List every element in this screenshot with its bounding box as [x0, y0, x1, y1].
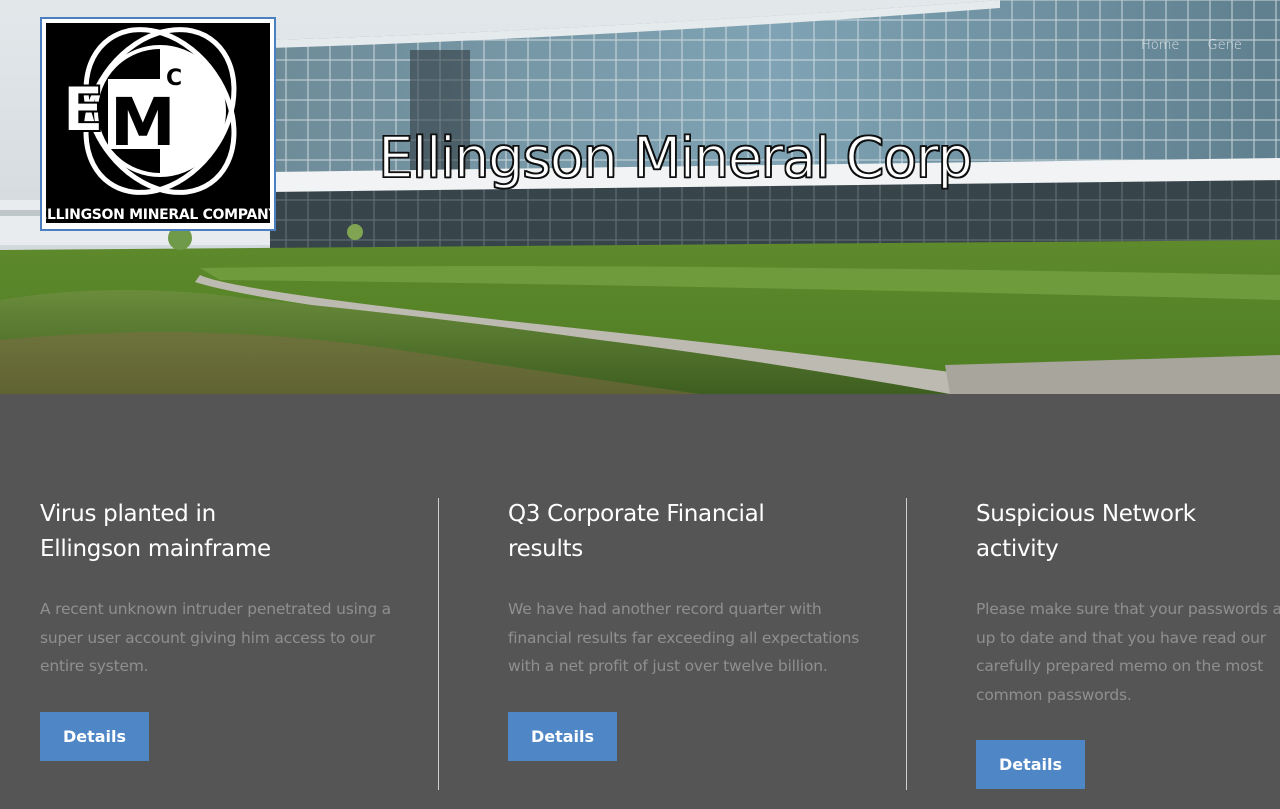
logo-letter-e: E: [62, 73, 104, 146]
title-line-1: Suspicious Network: [976, 501, 1196, 527]
title-line-1: Virus planted in: [40, 501, 216, 527]
news-card-title: Suspicious Network activity: [976, 497, 1280, 567]
company-logo[interactable]: E M C ELLINGSON MINERAL COMPANY: [40, 17, 276, 231]
hero-banner: E M C ELLINGSON MINERAL COMPANY Home Gen…: [0, 0, 1280, 394]
news-card-title: Q3 Corporate Financial results: [508, 497, 888, 567]
news-card-virus: Virus planted in Ellingson mainframe A r…: [40, 497, 420, 761]
title-line-1: Q3 Corporate Financial: [508, 501, 765, 527]
news-card-body: We have had another record quarter with …: [508, 600, 860, 675]
title-line-2: activity: [976, 536, 1059, 562]
news-card-body: A recent unknown intruder penetrated usi…: [40, 600, 391, 675]
logo-letter-m: M: [110, 84, 176, 161]
details-button-financial[interactable]: Details: [508, 712, 617, 761]
emc-logo-icon: E M C ELLINGSON MINERAL COMPANY: [42, 23, 274, 223]
column-divider: [906, 498, 907, 790]
title-line-2: Ellingson mainframe: [40, 536, 271, 562]
news-card-title: Virus planted in Ellingson mainframe: [40, 497, 420, 567]
title-line-2: results: [508, 536, 583, 562]
top-nav: Home Gene: [1141, 38, 1266, 53]
news-card-financial: Q3 Corporate Financial results We have h…: [508, 497, 888, 761]
news-card-network: Suspicious Network activity Please make …: [976, 497, 1280, 809]
details-button-network[interactable]: Details: [976, 740, 1085, 789]
logo-letter-c: C: [166, 66, 182, 91]
nav-item-home[interactable]: Home: [1141, 38, 1179, 53]
news-card-body: Please make sure that your passwords are…: [976, 600, 1280, 704]
details-button-virus[interactable]: Details: [40, 712, 149, 761]
site-title: Ellingson Mineral Corp: [377, 125, 973, 192]
nav-item-general[interactable]: Gene: [1208, 38, 1242, 53]
logo-company-name: ELLINGSON MINERAL COMPANY: [42, 207, 274, 223]
column-divider: [438, 498, 439, 790]
